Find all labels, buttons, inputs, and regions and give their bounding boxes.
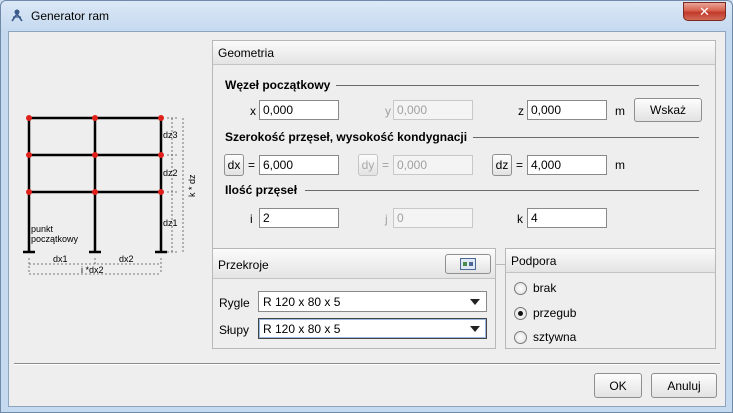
start-node-heading: Węzeł początkowy: [225, 78, 337, 92]
slupy-select-value: R 120 x 80 x 5: [263, 322, 341, 336]
dx-input[interactable]: [259, 155, 339, 175]
sections-title-text: Przekroje: [218, 258, 269, 272]
node: [26, 189, 32, 195]
label-start-point-2: początkowy: [31, 234, 79, 244]
divider: [323, 85, 699, 86]
label-dz3: dz3: [163, 130, 178, 140]
node: [92, 115, 98, 121]
z-label: z: [518, 104, 524, 118]
dx-eq: =: [248, 158, 256, 172]
close-icon: ✕: [699, 3, 710, 19]
app-icon: [11, 9, 23, 22]
label-dz1: dz1: [163, 218, 178, 228]
y-label: y: [385, 104, 391, 118]
x-label: x: [250, 104, 256, 118]
label-k-dz: k * dz: [187, 174, 197, 197]
support-option-przegub[interactable]: przegub: [514, 306, 576, 320]
section-library-icon: [460, 258, 476, 270]
k-input[interactable]: [527, 208, 607, 228]
dz-eq: =: [516, 158, 524, 172]
radio-button[interactable]: [514, 330, 527, 344]
slupy-label: Słupy: [219, 323, 250, 337]
label-dz2: dz2: [163, 168, 178, 178]
dialog-client: dz3 dz2 dz1 k * dz dx1 dx2 i *dx2 punkt …: [8, 31, 726, 407]
node: [26, 152, 32, 158]
rygle-select-value: R 120 x 80 x 5: [263, 295, 341, 309]
geometry-panel: Geometria Węzeł początkowy x y z m Wskaż…: [212, 40, 716, 265]
section-library-button[interactable]: [445, 254, 491, 274]
sections-panel: Przekroje Rygle R 120 x 80 x 5 Słupy R 1…: [212, 248, 496, 349]
cancel-button[interactable]: Anuluj: [651, 373, 717, 398]
label-dx2: dx2: [119, 254, 134, 264]
dialog-window: Generator ram ✕ dz3 dz2 dz1 k * dz dx1 d…: [0, 0, 733, 413]
footer-separator-highlight: [14, 364, 720, 365]
slupy-select[interactable]: R 120 x 80 x 5: [258, 318, 487, 339]
dz-button-label: dz: [495, 158, 509, 172]
ok-button-label: OK: [609, 378, 627, 393]
z-input[interactable]: [527, 100, 607, 120]
node: [92, 152, 98, 158]
label-dx1: dx1: [53, 254, 68, 264]
dz-button[interactable]: dz: [492, 154, 512, 176]
label-start-point: punkt: [31, 224, 54, 234]
support-option-sztywna[interactable]: sztywna: [514, 330, 576, 344]
j-label: j: [385, 212, 388, 226]
j-input[interactable]: [393, 208, 473, 228]
radio-label: przegub: [533, 306, 577, 320]
frame-diagram: dz3 dz2 dz1 k * dz dx1 dx2 i *dx2 punkt …: [23, 115, 197, 275]
dy-button[interactable]: dy: [358, 154, 378, 176]
chevron-down-icon: [470, 299, 480, 305]
spans-heading: Szerokość przęseł, wysokość kondygnacji: [225, 130, 474, 144]
spans-unit-m: m: [615, 158, 625, 172]
k-label: k: [517, 212, 523, 226]
count-heading: Ilość przęseł: [225, 183, 304, 197]
x-input[interactable]: [259, 100, 339, 120]
dy-input[interactable]: [393, 155, 473, 175]
dz-input[interactable]: [527, 155, 607, 175]
node: [26, 115, 32, 121]
support-panel-title: Podpora: [506, 249, 715, 273]
geometry-panel-title: Geometria: [213, 41, 715, 65]
dy-eq: =: [382, 158, 390, 172]
y-input[interactable]: [393, 100, 473, 120]
radio-label: sztywna: [533, 330, 577, 344]
node: [158, 115, 164, 121]
node: [158, 189, 164, 195]
unit-m: m: [615, 104, 625, 118]
chevron-down-icon: [470, 326, 480, 332]
i-input[interactable]: [259, 208, 339, 228]
rygle-label: Rygle: [219, 296, 250, 310]
pick-button[interactable]: Wskaż: [634, 98, 702, 122]
dx-button-label: dx: [227, 158, 241, 172]
divider: [473, 137, 699, 138]
radio-button[interactable]: [514, 306, 527, 320]
radio-button[interactable]: [514, 281, 527, 295]
title-bar[interactable]: Generator ram ✕: [1, 1, 732, 31]
dy-button-label: dy: [361, 158, 375, 172]
close-button[interactable]: ✕: [683, 2, 726, 21]
i-label: i: [250, 212, 253, 226]
label-i-dx2: i *dx2: [81, 265, 104, 275]
node: [92, 189, 98, 195]
rygle-select[interactable]: R 120 x 80 x 5: [258, 291, 487, 312]
dx-button[interactable]: dx: [224, 154, 244, 176]
divider: [305, 190, 699, 191]
support-panel: Podpora brak przegub sztywna: [505, 248, 716, 349]
pick-button-label: Wskaż: [650, 103, 686, 117]
node: [158, 152, 164, 158]
cancel-button-label: Anuluj: [667, 378, 701, 393]
radio-label: brak: [533, 281, 557, 295]
window-title: Generator ram: [31, 9, 110, 23]
ok-button[interactable]: OK: [594, 373, 642, 398]
support-option-brak[interactable]: brak: [514, 281, 556, 295]
